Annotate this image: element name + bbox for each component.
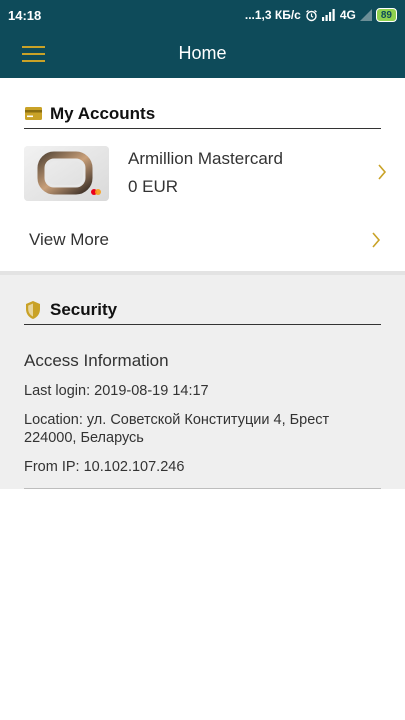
card-image [24, 146, 109, 201]
security-header: Security [24, 295, 381, 325]
page-title: Home [178, 43, 227, 63]
signal-icon-2 [359, 9, 372, 21]
account-balance: 0 EUR [128, 177, 179, 196]
app-bar: Home [0, 30, 405, 78]
last-login: Last login: 2019-08-19 14:17 [24, 383, 209, 399]
security-title: Security [50, 299, 118, 319]
accounts-title: My Accounts [50, 103, 156, 123]
status-indicators: ...1,3 КБ/с 4G 89 [245, 8, 397, 22]
card-icon [24, 105, 42, 123]
accounts-header: My Accounts [24, 99, 381, 129]
view-more-button[interactable]: View More [24, 226, 381, 254]
shield-icon [24, 300, 42, 319]
from-ip: From IP: 10.102.107.246 [24, 459, 185, 475]
access-info-title: Access Information [24, 351, 169, 370]
account-item[interactable]: Armillion Mastercard 0 EUR [24, 146, 387, 202]
chevron-right-icon [371, 230, 381, 250]
network-type: 4G [339, 8, 356, 22]
divider [24, 488, 381, 489]
status-time: 14:18 [8, 7, 42, 23]
status-bar: 14:18 ...1,3 КБ/с 4G 89 [0, 0, 405, 30]
network-speed: ...1,3 КБ/с [244, 8, 301, 22]
view-more-label: View More [29, 230, 109, 249]
signal-icon [321, 9, 336, 21]
account-name: Armillion Mastercard [128, 149, 283, 168]
accounts-section: My Accounts Armillion Mastercard 0 EUR V… [0, 78, 405, 271]
chevron-right-icon [377, 162, 387, 182]
location: Location: ул. Советской Конституции 4, Б… [24, 412, 330, 446]
battery-icon: 89 [375, 8, 397, 22]
alarm-icon [305, 9, 318, 22]
security-section: Security Access Information Last login: … [0, 271, 405, 489]
